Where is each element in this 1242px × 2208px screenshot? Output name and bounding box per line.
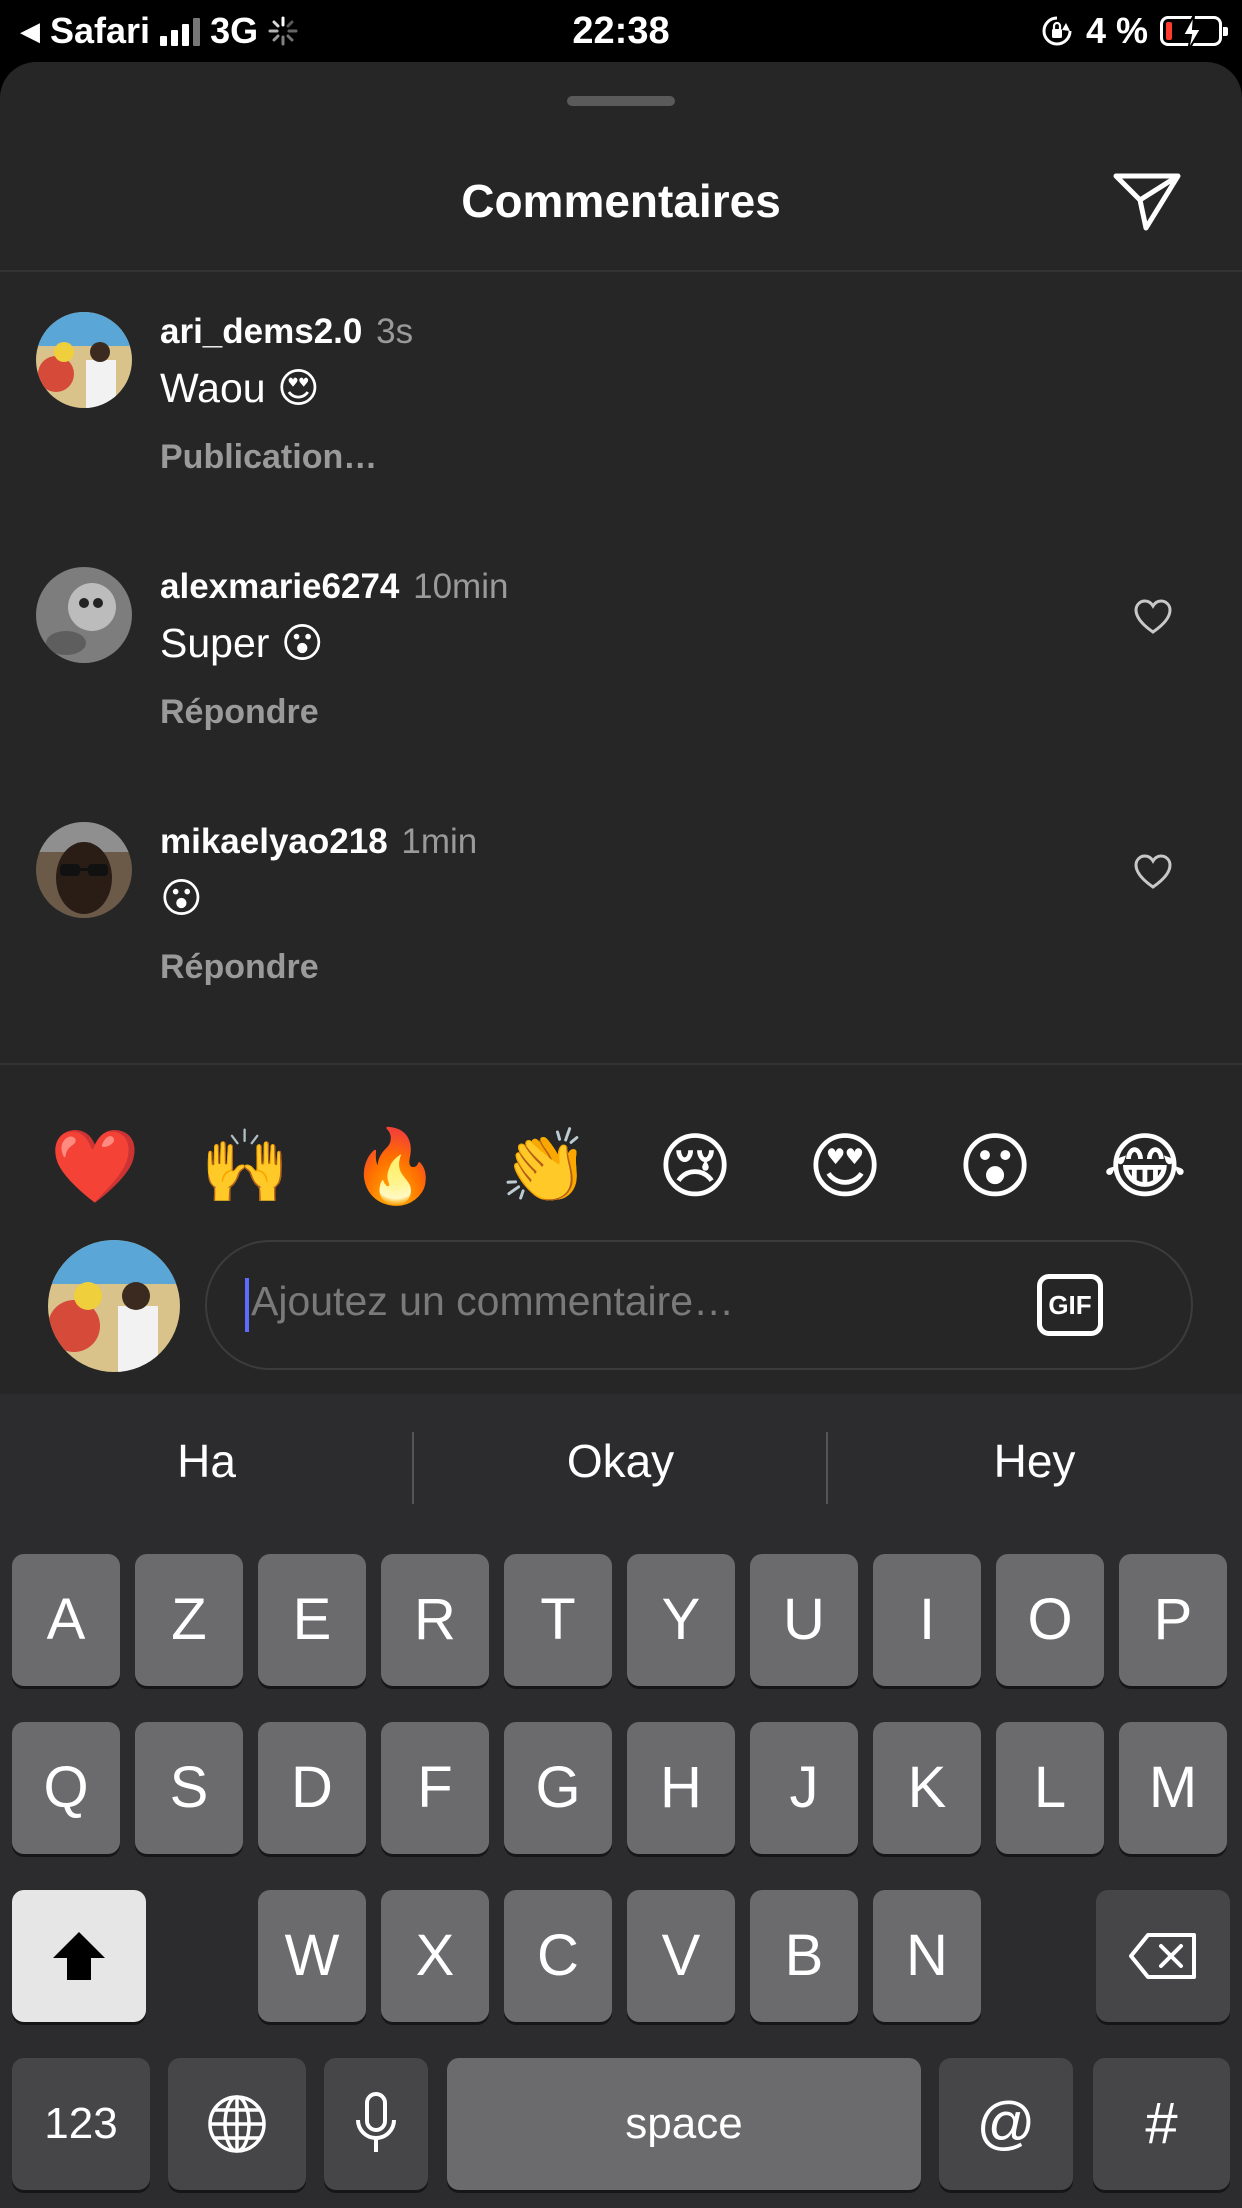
status-right: 4 % (1040, 6, 1228, 56)
quick-reactions: ❤️ 🙌 🔥 👏 😢 😍 😮 😂 (0, 1112, 1242, 1232)
comment-status: Publication… (160, 438, 378, 476)
key-g[interactable]: G (504, 1722, 612, 1854)
sheet-title: Commentaires (461, 175, 781, 227)
reaction-surprised[interactable]: 😮 (940, 1112, 1050, 1222)
heart-icon[interactable] (1134, 599, 1172, 635)
key-w[interactable]: W (258, 1890, 366, 2022)
comment-emoji: 😍 (277, 365, 320, 411)
numbers-key[interactable]: 123 (12, 2058, 150, 2190)
avatar[interactable] (36, 822, 132, 918)
key-u[interactable]: U (750, 1554, 858, 1686)
comment-header: alexmarie6274 10min (160, 567, 508, 607)
comment-placeholder: Ajoutez un commentaire… (251, 1278, 735, 1324)
suggestion-item[interactable]: Hey (828, 1434, 1241, 1488)
heart-icon[interactable] (1134, 854, 1172, 890)
key-i[interactable]: I (873, 1554, 981, 1686)
shift-icon (53, 1932, 105, 1980)
my-avatar (48, 1240, 180, 1372)
key-b[interactable]: B (750, 1890, 858, 2022)
key-p[interactable]: P (1119, 1554, 1227, 1686)
comment-time: 10min (413, 567, 509, 606)
key-y[interactable]: Y (627, 1554, 735, 1686)
keyboard: Ha Okay Hey A Z E R T Y U I O P Q S D F … (0, 1394, 1242, 2208)
comment-text: Waou 😍 (160, 364, 320, 412)
comment-item: mikaelyao218 1min 😮 Répondre (0, 822, 1242, 1022)
comment-header: mikaelyao218 1min (160, 822, 477, 862)
key-q[interactable]: Q (12, 1722, 120, 1854)
key-n[interactable]: N (873, 1890, 981, 2022)
key-r[interactable]: R (381, 1554, 489, 1686)
key-d[interactable]: D (258, 1722, 366, 1854)
comment-username[interactable]: ari_dems2.0 (160, 312, 362, 351)
comment-text-body: Waou (160, 365, 266, 411)
reaction-laughing[interactable]: 😂 (1090, 1112, 1200, 1222)
comment-header: ari_dems2.0 3s (160, 312, 413, 352)
sheet-grabber[interactable] (567, 96, 675, 106)
suggestion-bar: Ha Okay Hey (0, 1394, 1242, 1546)
key-v[interactable]: V (627, 1890, 735, 2022)
gif-button[interactable]: GIF (1037, 1274, 1103, 1336)
key-j[interactable]: J (750, 1722, 858, 1854)
key-t[interactable]: T (504, 1554, 612, 1686)
key-k[interactable]: K (873, 1722, 981, 1854)
microphone-icon (356, 2092, 396, 2152)
dictation-key[interactable] (324, 2058, 428, 2190)
globe-key[interactable] (168, 2058, 306, 2190)
key-m[interactable]: M (1119, 1722, 1227, 1854)
status-bar: ◀ Safari 3G 22:38 4 % (0, 0, 1242, 62)
reply-button[interactable]: Répondre (160, 948, 319, 987)
battery-icon (1160, 14, 1228, 52)
key-a[interactable]: A (12, 1554, 120, 1686)
comment-item: alexmarie6274 10min Super 😮 Répondre (0, 567, 1242, 767)
comments-sheet: Commentaires ari_dems2.0 3s Waou 😍 Publi… (0, 62, 1242, 1398)
header-divider (0, 270, 1242, 272)
orientation-lock-icon (1042, 16, 1072, 46)
reaction-raised-hands[interactable]: 🙌 (190, 1112, 300, 1222)
key-z[interactable]: Z (135, 1554, 243, 1686)
backspace-key[interactable] (1096, 1890, 1230, 2022)
shift-key[interactable] (12, 1890, 146, 2022)
comment-time: 3s (376, 312, 414, 351)
suggestion-item[interactable]: Ha (0, 1434, 413, 1488)
space-key[interactable]: space (447, 2058, 921, 2190)
comment-text: Super 😮 (160, 619, 324, 667)
key-l[interactable]: L (996, 1722, 1104, 1854)
key-f[interactable]: F (381, 1722, 489, 1854)
key-s[interactable]: S (135, 1722, 243, 1854)
comment-item: ari_dems2.0 3s Waou 😍 Publication… (0, 312, 1242, 512)
reaction-crying[interactable]: 😢 (640, 1112, 750, 1222)
comment-text: 😮 (160, 874, 203, 922)
suggestion-item[interactable]: Okay (414, 1434, 827, 1488)
key-h[interactable]: H (627, 1722, 735, 1854)
comment-username[interactable]: alexmarie6274 (160, 567, 399, 606)
comment-text-body: Super (160, 620, 270, 666)
key-e[interactable]: E (258, 1554, 366, 1686)
avatar[interactable] (36, 567, 132, 663)
send-icon[interactable] (1112, 170, 1182, 234)
globe-icon (208, 2095, 266, 2153)
reaction-clap[interactable]: 👏 (490, 1112, 600, 1222)
at-key[interactable]: @ (939, 2058, 1073, 2190)
battery-percent: 4 % (1085, 10, 1148, 51)
comment-username[interactable]: mikaelyao218 (160, 822, 388, 861)
reaction-fire[interactable]: 🔥 (340, 1112, 450, 1222)
key-c[interactable]: C (504, 1890, 612, 2022)
reaction-heart-eyes[interactable]: 😍 (790, 1112, 900, 1222)
reaction-heart[interactable]: ❤️ (40, 1112, 150, 1222)
comment-time: 1min (401, 822, 478, 861)
reply-button[interactable]: Répondre (160, 693, 319, 732)
key-x[interactable]: X (381, 1890, 489, 2022)
hash-key[interactable]: # (1093, 2058, 1230, 2190)
backspace-icon (1129, 1933, 1196, 1979)
comment-input[interactable]: Ajoutez un commentaire… GIF (205, 1240, 1193, 1370)
list-divider (0, 1063, 1242, 1065)
key-o[interactable]: O (996, 1554, 1104, 1686)
avatar[interactable] (36, 312, 132, 408)
text-caret (245, 1278, 249, 1332)
comment-emoji: 😮 (160, 875, 203, 921)
comment-emoji: 😮 (280, 620, 324, 666)
